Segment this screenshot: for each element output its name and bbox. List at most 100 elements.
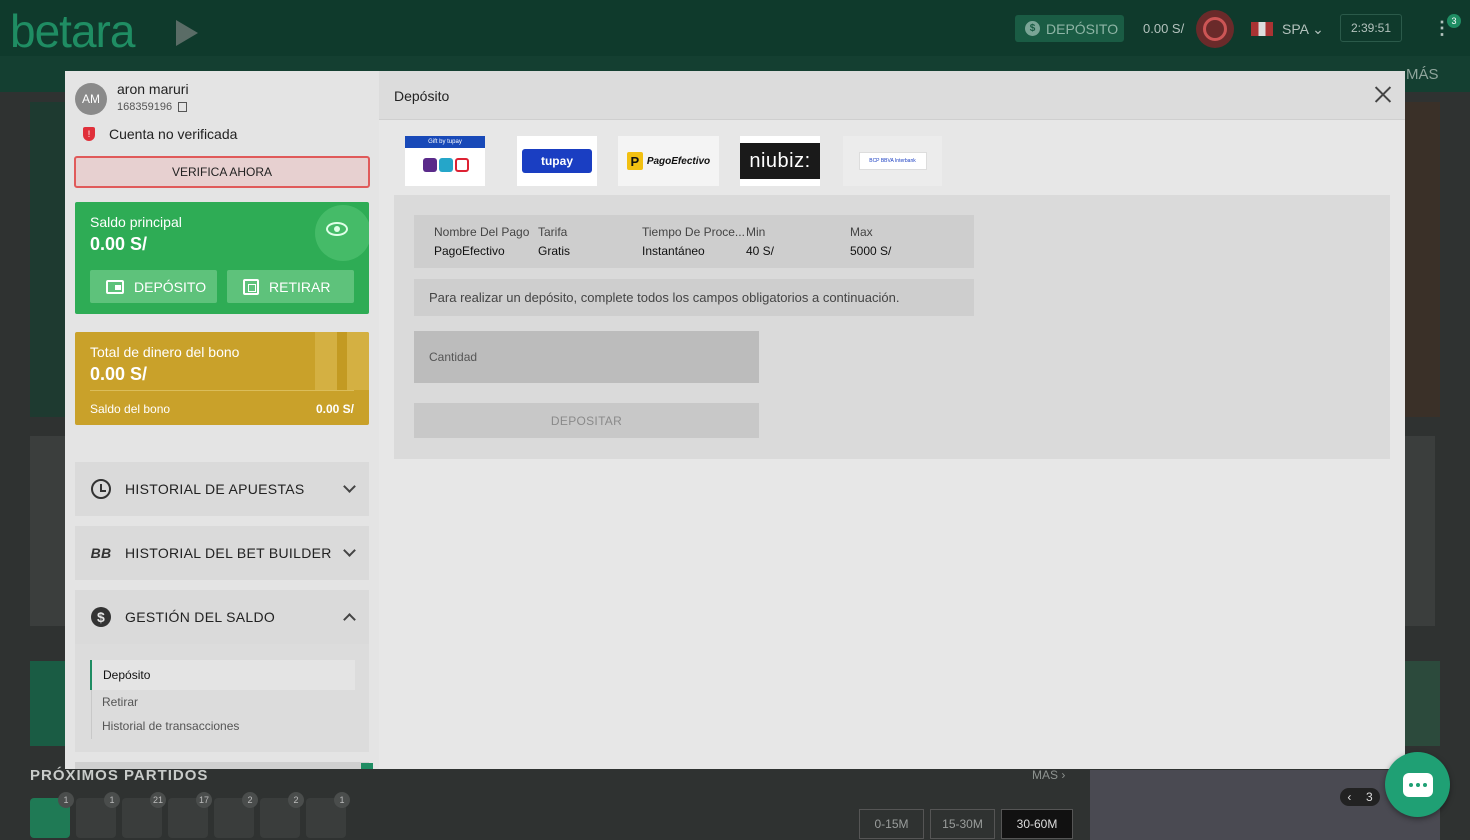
bonus-sub-amount: 0.00 S/ xyxy=(315,402,354,416)
history-icon xyxy=(91,479,111,499)
sport-count: 21 xyxy=(150,792,166,808)
page-title: Depósito xyxy=(394,88,450,104)
status-badge xyxy=(361,763,373,769)
gear-icon: $ xyxy=(91,607,111,627)
deposit-submit-button[interactable]: DEPOSITAR xyxy=(414,403,759,438)
accordion-label: HISTORIAL DEL BET BUILDER xyxy=(125,545,332,561)
yape-logo-icon xyxy=(423,158,437,172)
avatar: AM xyxy=(75,83,107,115)
atm-icon xyxy=(243,278,259,295)
more-link[interactable]: MAS › xyxy=(1032,768,1065,782)
method-pagoefectivo[interactable]: P PagoEfectivo xyxy=(618,136,719,186)
bank-logos: BCP BBVA Interbank xyxy=(858,152,927,170)
pager-label: 3 xyxy=(1365,790,1373,804)
bonus-sub-label: Saldo del bono xyxy=(90,402,171,416)
value-min: 40 S/ xyxy=(746,244,775,258)
divider xyxy=(90,390,354,391)
hero-banner-right xyxy=(1405,102,1440,417)
user-avatar-button[interactable] xyxy=(1196,10,1234,48)
sport-count: 17 xyxy=(196,792,212,808)
wallet-icon xyxy=(106,279,124,294)
user-id: 168359196 xyxy=(117,101,173,113)
pago-qr-caption: Gift by tupay xyxy=(405,136,485,148)
accordion-balance-management[interactable]: $ GESTIÓN DEL SALDO xyxy=(75,590,369,644)
time-filter-15-30[interactable]: 15-30M xyxy=(930,809,995,839)
language-select[interactable]: SPA ⌄ xyxy=(1282,21,1324,38)
gift-icon xyxy=(315,332,369,390)
shield-icon: ! xyxy=(83,127,95,141)
wallet-logos xyxy=(423,158,469,172)
top-bar: betara $ DEPÓSITO 0.00 S/ SPA ⌄ 2:39:51 ⋮… xyxy=(0,0,1470,58)
bonus-balance-card: Total de dinero del bono 0.00 S/ Saldo d… xyxy=(75,332,369,425)
nav-more-link[interactable]: MÁS xyxy=(1406,66,1439,83)
sport-soccer[interactable]: 1 xyxy=(30,792,74,838)
sport-basketball[interactable]: 1 xyxy=(76,792,120,838)
method-niubiz[interactable]: niubiz: xyxy=(740,136,820,186)
chat-button[interactable] xyxy=(1385,752,1450,817)
sport-cricket[interactable]: 2 xyxy=(214,792,258,838)
sidebar-deposit-button[interactable]: DEPÓSITO xyxy=(90,270,217,303)
method-bank-transfer[interactable]: BCP BBVA Interbank xyxy=(843,136,942,186)
value-processing-time: Instantáneo xyxy=(642,244,705,258)
amount-input[interactable] xyxy=(414,331,759,383)
header-deposit-button[interactable]: $ DEPÓSITO xyxy=(1015,15,1124,42)
bank-logo-icon xyxy=(455,158,469,172)
value-fee: Gratis xyxy=(538,244,571,258)
payment-info-table: Nombre Del Pago Tarifa Tiempo De Proce..… xyxy=(414,215,974,268)
header-fee: Tarifa xyxy=(538,225,568,239)
submenu-withdraw[interactable]: Retirar xyxy=(102,695,138,709)
time-filter-30-60[interactable]: 30-60M xyxy=(1001,809,1073,839)
niubiz-logo: niubiz: xyxy=(740,143,820,179)
chevron-down-icon xyxy=(343,480,356,493)
logo[interactable]: betara xyxy=(10,4,135,58)
verification-status: ! Cuenta no verificada xyxy=(83,126,237,142)
upcoming-matches-title: PRÓXIMOS PARTIDOS xyxy=(30,767,209,784)
main-balance-card: Saldo principal 0.00 S/ DEPÓSITO RETIRAR xyxy=(75,202,369,314)
verification-status-label: Cuenta no verificada xyxy=(109,126,238,142)
accordion-bet-builder-history[interactable]: BB HISTORIAL DEL BET BUILDER xyxy=(75,526,369,580)
sport-badminton[interactable]: 2 xyxy=(260,792,304,838)
chevron-down-icon xyxy=(343,544,356,557)
bonus-amount: 0.00 S/ xyxy=(90,364,148,384)
plin-logo-icon xyxy=(439,158,453,172)
peru-flag-icon[interactable] xyxy=(1251,22,1273,36)
sidebar-next-item xyxy=(75,762,369,769)
sport-athletics[interactable]: 1 xyxy=(306,792,350,838)
sport-tennis[interactable]: 21 xyxy=(122,792,166,838)
balance-submenu: Depósito Retirar Historial de transaccio… xyxy=(75,644,369,752)
chevron-left-icon[interactable]: ‹ xyxy=(1347,790,1351,804)
deposit-label: DEPÓSITO xyxy=(134,278,207,295)
modal-header: Depósito xyxy=(379,71,1405,120)
account-sidebar: AM aron maruri 168359196 ! Cuenta no veri… xyxy=(65,71,379,769)
close-icon[interactable] xyxy=(1372,84,1394,106)
header-min: Min xyxy=(746,225,766,239)
banner-pager[interactable]: ‹ 3 xyxy=(1340,788,1380,806)
value-max: 5000 S/ xyxy=(850,244,892,258)
method-pago-qr[interactable]: Gift by tupay xyxy=(405,136,485,186)
main-balance-label: Saldo principal xyxy=(90,214,182,230)
eye-icon[interactable] xyxy=(326,222,348,236)
header-deposit-label: DEPÓSITO xyxy=(1046,20,1119,37)
withdraw-label: RETIRAR xyxy=(269,278,331,295)
time-filter-0-15[interactable]: 0-15M xyxy=(859,809,924,839)
header-balance: 0.00 S/ xyxy=(1143,21,1185,36)
copy-icon[interactable] xyxy=(178,102,188,112)
pagoefectivo-logo-text: PagoEfectivo xyxy=(646,155,711,167)
header-processing-time: Tiempo De Proce... xyxy=(642,225,745,239)
accordion-bet-history[interactable]: HISTORIAL DE APUESTAS xyxy=(75,462,369,516)
submenu-deposit[interactable]: Depósito xyxy=(90,660,355,690)
tupay-logo: tupay xyxy=(522,149,592,173)
sport-count: 1 xyxy=(334,792,350,808)
value-payment-name: PagoEfectivo xyxy=(434,244,505,258)
submenu-transactions[interactable]: Historial de transacciones xyxy=(102,719,239,733)
sidebar-withdraw-button[interactable]: RETIRAR xyxy=(227,270,354,303)
sport-table-tennis[interactable]: 17 xyxy=(168,792,212,838)
accordion-label: GESTIÓN DEL SALDO xyxy=(125,609,276,625)
sport-count: 2 xyxy=(242,792,258,808)
header-max: Max xyxy=(850,225,873,239)
verify-now-button[interactable]: VERIFICA AHORA xyxy=(74,156,370,188)
bonus-label: Total de dinero del bono xyxy=(90,344,240,360)
clock: 2:39:51 xyxy=(1340,14,1402,42)
more-link-label: MAS xyxy=(1032,768,1059,782)
method-tupay[interactable]: tupay xyxy=(517,136,597,186)
